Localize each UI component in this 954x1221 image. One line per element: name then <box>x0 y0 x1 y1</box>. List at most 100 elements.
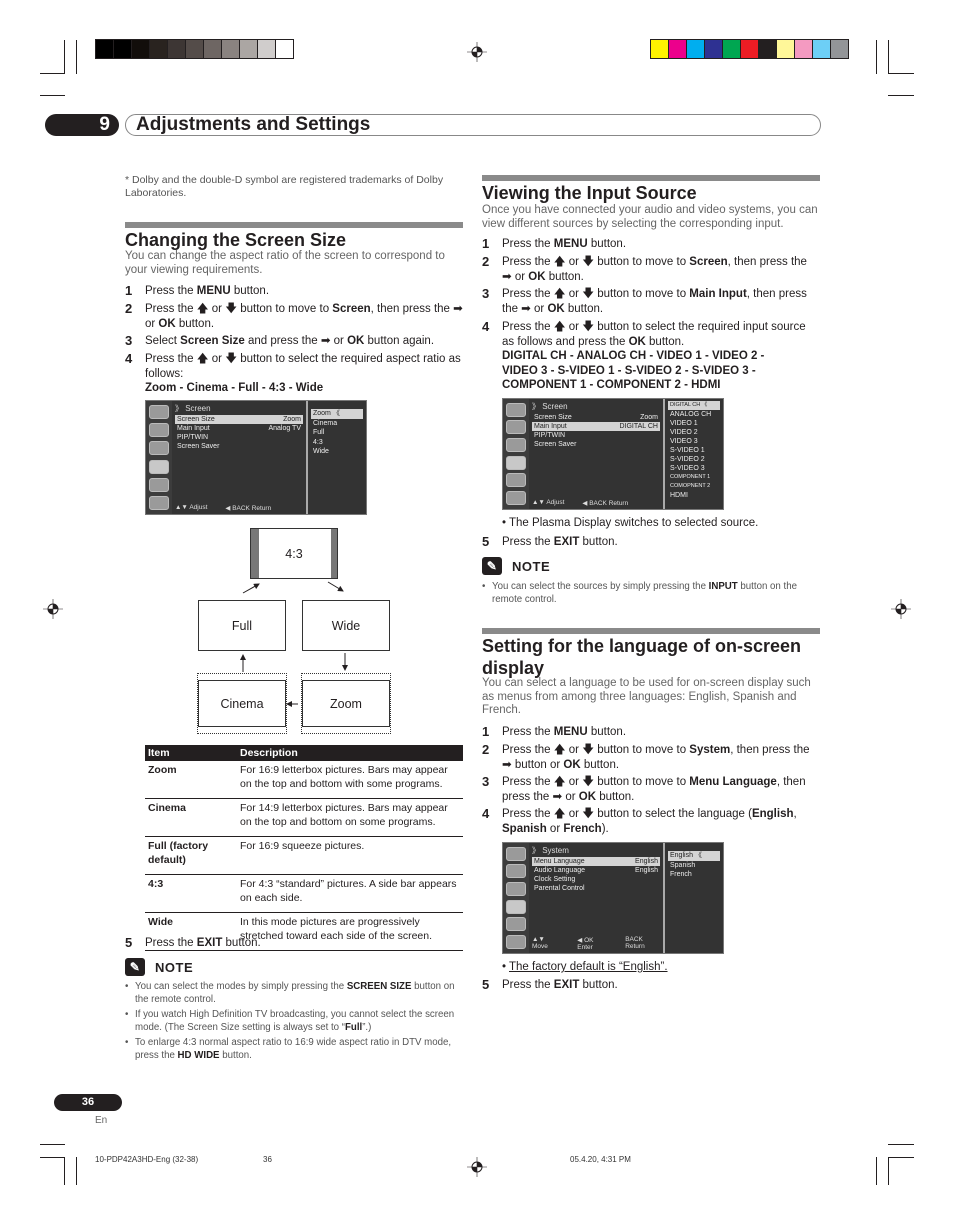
osd-menu-row: Audio Language English <box>532 866 660 875</box>
step-exit: 5 Press the EXIT button. <box>125 935 261 951</box>
caption-icon <box>506 935 526 950</box>
color-swatch <box>723 40 740 58</box>
note-item: To enlarge 4:3 normal aspect ratio to 16… <box>125 1037 465 1062</box>
screen-icon <box>506 455 526 470</box>
section-divider <box>125 222 463 228</box>
osd-options-panel: Zoom 《 Cinema Full 4:3 Wide <box>308 401 366 514</box>
diagram-arrows <box>240 581 348 707</box>
crop-mark <box>76 1157 77 1185</box>
osd-menu-row: Clock Setting <box>532 875 660 884</box>
osd-option: HDMI <box>670 492 688 499</box>
step-text: Press the MENU button. <box>145 285 270 297</box>
picture-icon <box>506 420 526 435</box>
crop-mark <box>888 95 914 96</box>
osd-row-value: Analog TV <box>268 425 301 432</box>
crop-mark <box>40 73 65 74</box>
caption-icon <box>506 491 526 506</box>
mode-description: In this mode pictures are progressively … <box>237 912 463 951</box>
section-divider <box>482 175 820 181</box>
osd-row-label: Screen Saver <box>177 443 220 450</box>
osd-footer-hint: ▲▼ Move <box>532 936 548 950</box>
print-file-name: 10-PDP42A3HD-Eng (32-38) <box>95 1155 199 1164</box>
step-number: 3 <box>125 333 133 348</box>
system-icon <box>506 473 526 488</box>
color-swatch <box>669 40 686 58</box>
osd-row-label: Screen Size <box>534 414 572 421</box>
mode-description: For 14:9 letterbox pictures. Bars may ap… <box>237 798 463 837</box>
step-number: 3 <box>482 774 490 789</box>
osd-menu-row: Main Input DIGITAL CH <box>532 422 660 431</box>
osd-row-value: English <box>635 858 658 865</box>
osd-option: S-VIDEO 2 <box>670 456 705 463</box>
step-number: 3 <box>482 286 490 301</box>
osd-menu-row: PIP/TWIN <box>175 433 303 442</box>
crop-mark <box>64 1157 65 1185</box>
step-number: 1 <box>482 724 490 739</box>
step-item: 2 Press the 🡅 or 🡇 button to move to Syst… <box>482 742 812 772</box>
osd-option: 4:3 <box>313 438 323 446</box>
color-swatch <box>276 40 293 58</box>
color-swatch <box>831 40 848 58</box>
step-number: 4 <box>125 351 133 366</box>
osd-menu-row: Parental Control <box>532 884 660 893</box>
osd-row-label: Menu Language <box>534 858 585 865</box>
crop-mark <box>888 1157 889 1185</box>
crop-mark <box>40 1157 65 1158</box>
step-number: 5 <box>482 977 490 992</box>
color-calibration-bar <box>650 39 849 59</box>
arrow-full-to-43 <box>242 583 260 594</box>
mode-name: Full (factory default) <box>145 836 237 875</box>
color-swatch <box>150 40 167 58</box>
note-heading: ✎ NOTE <box>482 557 550 575</box>
osd-footer-hint: ◀ BACK Return <box>225 505 272 512</box>
section-title-language: Setting for the language of on-screen di… <box>482 636 802 678</box>
crop-mark <box>888 1144 914 1145</box>
osd-option: VIDEO 1 <box>670 420 698 427</box>
osd-footer-hint: ▲▼ Adjust <box>175 504 208 511</box>
dolby-footnote: * Dolby and the double-D symbol are regi… <box>125 174 444 199</box>
satellite-icon <box>506 402 526 417</box>
color-swatch <box>687 40 704 58</box>
mode-description: For 16:9 squeeze pictures. <box>237 836 463 875</box>
crop-mark <box>40 95 65 96</box>
step-item: 1 Press the MENU button. <box>482 236 812 252</box>
screen-icon <box>149 459 169 474</box>
input-sequence: DIGITAL CH - ANALOG CH - VIDEO 1 - VIDEO… <box>502 350 765 391</box>
osd-menu-row: Main Input Analog TV <box>175 424 303 433</box>
osd-title: 》 Screen <box>175 404 211 413</box>
note-list: You can select the modes by simply press… <box>125 981 465 1065</box>
osd-menu-row: Screen Saver <box>532 440 660 449</box>
color-swatch <box>186 40 203 58</box>
section-intro: You can select a language to be used for… <box>482 677 811 716</box>
section-intro: You can change the aspect ratio of the s… <box>125 250 445 276</box>
step-number: 1 <box>482 236 490 251</box>
crop-mark <box>888 73 914 74</box>
table-row: 4:3 For 4:3 “standard” pictures. A side b… <box>145 874 463 913</box>
table-row: Zoom For 16:9 letterbox pictures. Bars ma… <box>145 761 463 799</box>
osd-row-value: Zoom <box>640 414 658 421</box>
osd-row-label: PIP/TWIN <box>534 432 566 439</box>
osd-main-panel: 》 Screen Screen Size Zoom Main Input DIGITAL… <box>529 399 665 509</box>
osd-menu-row: Menu Language English <box>532 857 660 866</box>
note-item: You can select the modes by simply press… <box>125 981 465 1006</box>
sound-icon <box>149 441 169 456</box>
osd-footer: ▲▼ Adjust ◀ BACK Return <box>532 499 660 507</box>
osd-option: S-VIDEO 3 <box>670 465 705 472</box>
osd-main-panel: 》 Screen Screen Size Zoom Main Input Analog … <box>172 401 308 514</box>
section-title-input-source: Viewing the Input Source <box>482 183 697 203</box>
step-item: 4 Press the 🡅 or 🡇 button to select the r… <box>482 319 812 349</box>
arrow-43-to-wide <box>327 581 344 592</box>
osd-option: COMOPNENT 2 <box>670 483 711 489</box>
registration-mark-icon <box>43 599 63 619</box>
osd-footer-hint: ▲▼ Adjust <box>532 499 565 506</box>
osd-row-value: DIGITAL CH <box>619 423 658 430</box>
osd-row-label: PIP/TWIN <box>177 434 209 441</box>
step-number: 5 <box>482 534 490 549</box>
color-swatch <box>168 40 185 58</box>
osd-row-label: Clock Setting <box>534 876 576 883</box>
osd-option: Wide <box>313 448 329 455</box>
osd-footer: ▲▼ Adjust ◀ BACK Return <box>175 504 303 512</box>
osd-option: Cinema <box>313 419 338 427</box>
note-list: You can select the sources by simply pre… <box>482 581 822 609</box>
pencil-icon: ✎ <box>125 958 145 976</box>
